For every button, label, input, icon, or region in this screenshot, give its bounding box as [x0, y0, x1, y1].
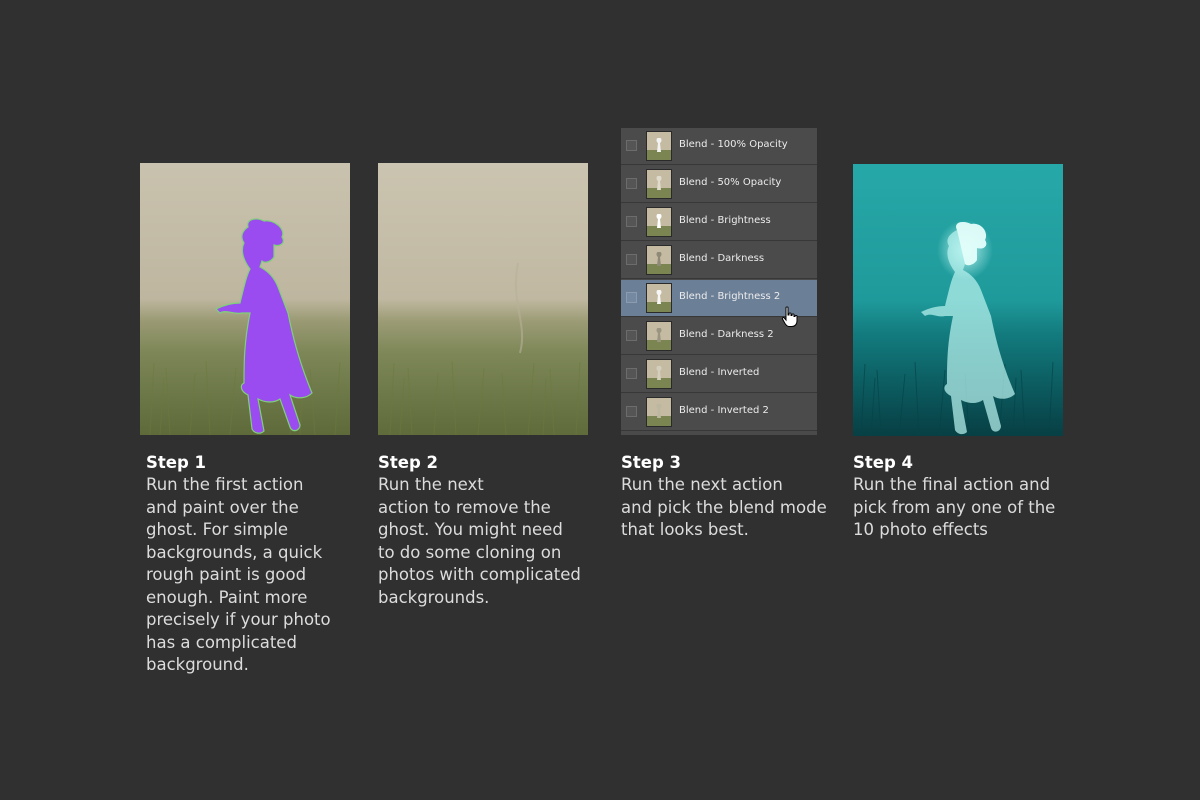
checkbox-icon[interactable] [626, 292, 637, 303]
layer-thumbnail [646, 245, 672, 275]
step-2-line: to do some cloning on [378, 542, 562, 562]
step-2-line: ghost. You might need [378, 520, 563, 539]
step-3-title: Step 3 [621, 453, 681, 472]
step-1-line: and paint over the [146, 497, 299, 517]
layer-label: Blend - Inverted [679, 367, 760, 378]
step-2-text: Step 2 Run the next action to remove the… [378, 452, 598, 609]
checkbox-icon[interactable] [626, 406, 637, 417]
step-4-line: 10 photo effects [853, 520, 988, 539]
layer-label: Blend - 100% Opacity [679, 139, 788, 150]
step-4-line: pick from any one of the [853, 497, 1056, 517]
step-1-line: precisely if your photo [146, 610, 331, 629]
layer-row[interactable]: Blend - 100% Opacity [621, 128, 817, 165]
layer-row[interactable]: Blend - Darkness [621, 242, 817, 279]
step-2-title: Step 2 [378, 453, 438, 472]
layer-thumbnail [646, 359, 672, 389]
step-1-line: ghost. For simple [146, 520, 289, 539]
checkbox-icon[interactable] [626, 254, 637, 265]
step-2-line: photos with complicated [378, 565, 581, 584]
layer-thumbnail [646, 207, 672, 237]
step-3-line: Run the next action [621, 475, 783, 494]
step-1-line: rough paint is good [146, 565, 307, 584]
step-1-line: enough. Paint more [146, 587, 308, 607]
layer-label: Blend - Brightness [679, 215, 771, 226]
step-3-text: Step 3 Run the next action and pick the … [621, 452, 841, 542]
layer-row[interactable]: Blend - Brightness [621, 204, 817, 241]
layer-label: Blend - 50% Opacity [679, 177, 782, 188]
step-4-photo-effect-result [853, 164, 1063, 436]
hand-pointer-icon [781, 306, 799, 328]
layer-label: Blend - Darkness 2 [679, 329, 774, 340]
layer-label: Blend - Darkness [679, 253, 765, 264]
step-1-description: Run the first action and paint over the … [146, 474, 366, 677]
layer-row[interactable]: Blend - Inverted [621, 356, 817, 393]
layers-panel: Blend - 100% Opacity Blend - 50% Opacity… [621, 128, 817, 435]
step-3-line: and pick the blend mode [621, 497, 827, 517]
step-1-line: Run the first action [146, 475, 304, 494]
checkbox-icon[interactable] [626, 368, 637, 379]
checkbox-icon[interactable] [626, 178, 637, 189]
layer-thumbnail [646, 283, 672, 313]
layer-label: Blend - Brightness 2 [679, 291, 781, 302]
step-1-photo-painted-ghost [140, 163, 350, 435]
step-4-title: Step 4 [853, 453, 913, 472]
step-2-description: Run the next action to remove the ghost.… [378, 474, 598, 609]
step-3-description: Run the next action and pick the blend m… [621, 474, 841, 542]
layer-label: Blend - Inverted 2 [679, 405, 769, 416]
step-1-text: Step 1 Run the first action and paint ov… [146, 452, 366, 677]
layer-thumbnail [646, 131, 672, 161]
step-4-description: Run the final action and pick from any o… [853, 474, 1073, 542]
step-1-line: backgrounds, a quick [146, 542, 323, 562]
step-3-line: that looks best. [621, 520, 749, 539]
checkbox-icon[interactable] [626, 330, 637, 341]
checkbox-icon[interactable] [626, 216, 637, 227]
layer-row[interactable]: Blend - Inverted 2 [621, 394, 817, 431]
step-2-photo-ghost-removed [378, 163, 588, 435]
step-2-line: Run the next [378, 475, 484, 494]
step-4-text: Step 4 Run the final action and pick fro… [853, 452, 1073, 542]
layer-thumbnail [646, 397, 672, 427]
layer-row[interactable]: Blend - 50% Opacity [621, 166, 817, 203]
step-2-line: action to remove the [378, 497, 551, 517]
step-2-line: backgrounds. [378, 587, 490, 607]
step-4-line: Run the final action and [853, 475, 1051, 494]
tutorial-canvas: { "steps": [ { "title": "Step 1", "lines… [0, 0, 1200, 800]
step-1-line: background. [146, 655, 249, 674]
step-1-title: Step 1 [146, 453, 206, 472]
layer-thumbnail [646, 321, 672, 351]
checkbox-icon[interactable] [626, 140, 637, 151]
layer-thumbnail [646, 169, 672, 199]
step-1-line: has a complicated [146, 632, 297, 652]
